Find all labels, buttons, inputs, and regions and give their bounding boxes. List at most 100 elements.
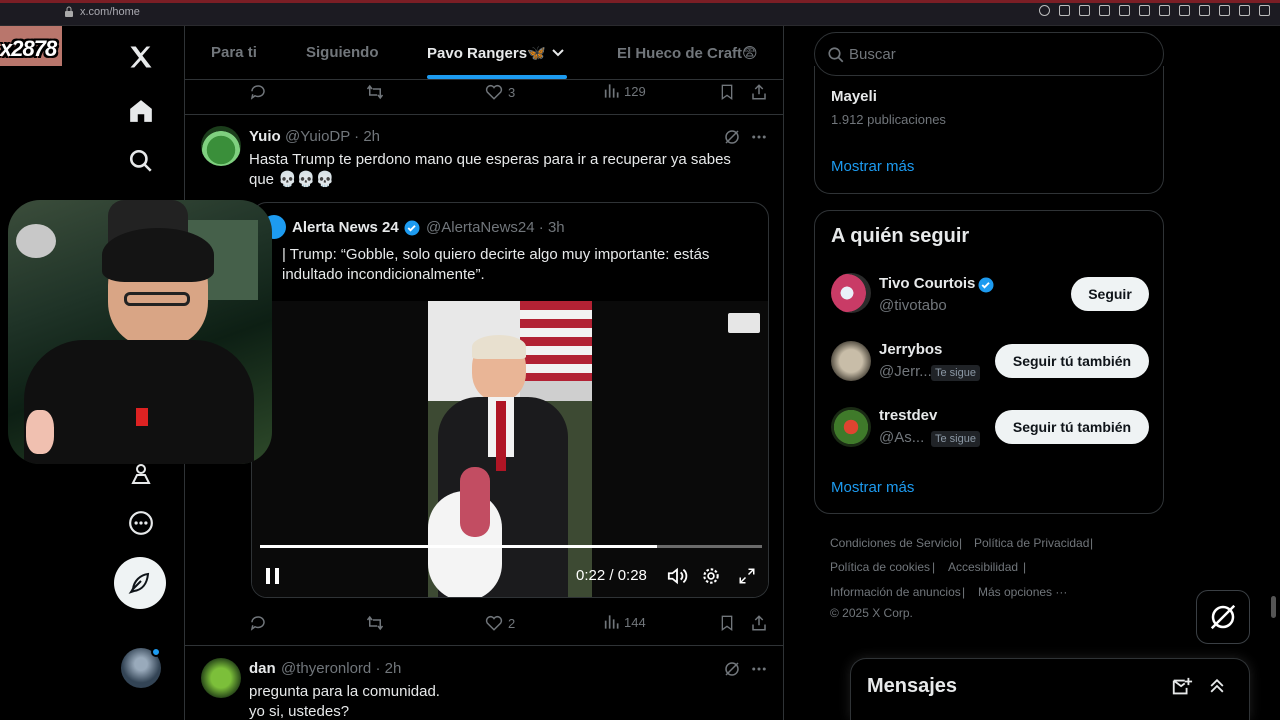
footer-ads-link[interactable]: Información de anuncios bbox=[830, 585, 961, 599]
footer-sep: | bbox=[959, 536, 963, 550]
tab-el-hueco-de-craft[interactable]: El Hueco de Craft😨 bbox=[617, 44, 758, 62]
chevron-down-icon[interactable] bbox=[551, 46, 565, 60]
video-player[interactable]: 0:22 / 0:28 bbox=[252, 301, 768, 597]
share-button[interactable] bbox=[750, 614, 768, 632]
grok-icon[interactable] bbox=[723, 660, 741, 678]
repost-button[interactable] bbox=[365, 83, 385, 101]
grok-button[interactable] bbox=[1196, 590, 1250, 644]
post-author-avatar[interactable] bbox=[201, 658, 241, 698]
like-count: 2 bbox=[508, 615, 516, 631]
x-logo-icon[interactable] bbox=[124, 40, 158, 74]
footer-terms-link[interactable]: Condiciones de Servicio bbox=[830, 536, 959, 550]
footer-sep: | bbox=[1090, 536, 1094, 550]
home-icon[interactable] bbox=[126, 96, 156, 126]
webcam-overlay bbox=[8, 200, 272, 464]
scrollbar-thumb[interactable] bbox=[1271, 596, 1276, 618]
trend-name[interactable]: Mayeli bbox=[831, 88, 877, 105]
post-author-name[interactable]: Yuio bbox=[249, 128, 281, 145]
menu-icon[interactable] bbox=[1259, 5, 1270, 16]
pause-icon[interactable] bbox=[264, 566, 282, 586]
quoted-post[interactable]: Alerta News 24 @AlertaNews24 · 3h | Trum… bbox=[251, 202, 769, 598]
tab-pavo-rangers[interactable]: Pavo Rangers🦋 bbox=[427, 44, 546, 62]
follow-back-button[interactable]: Seguir tú también bbox=[995, 410, 1149, 444]
share-button[interactable] bbox=[750, 83, 768, 101]
bookmark-icon bbox=[721, 615, 733, 631]
download-overlay-button[interactable] bbox=[728, 313, 760, 333]
reply-button[interactable] bbox=[249, 614, 267, 632]
user-name[interactable]: Tivo Courtois bbox=[879, 275, 975, 292]
quote-author-handle: @AlertaNews24 · 3h bbox=[426, 219, 565, 236]
repost-icon bbox=[366, 615, 384, 631]
verified-badge-icon bbox=[978, 277, 994, 293]
fullscreen-icon[interactable] bbox=[738, 567, 756, 585]
view-count: 129 bbox=[624, 83, 646, 99]
user-avatar[interactable] bbox=[831, 341, 871, 381]
extensions-icon[interactable] bbox=[1179, 5, 1190, 16]
user-avatar[interactable] bbox=[831, 407, 871, 447]
more-options-icon[interactable] bbox=[749, 660, 769, 678]
tab-para-ti[interactable]: Para ti bbox=[211, 44, 257, 61]
compose-post-button[interactable] bbox=[114, 557, 166, 609]
share-icon bbox=[752, 615, 766, 631]
bookmark-button[interactable] bbox=[719, 83, 735, 101]
download-icon[interactable] bbox=[1119, 5, 1130, 16]
bookmark-icon[interactable] bbox=[1079, 5, 1090, 16]
user-avatar[interactable] bbox=[831, 273, 871, 313]
prev-post-actions: 3 129 bbox=[185, 80, 783, 104]
post-text: pregunta para la comunidad. bbox=[249, 683, 440, 700]
volume-icon[interactable] bbox=[666, 566, 688, 586]
more-options-icon[interactable] bbox=[749, 128, 769, 146]
feather-icon bbox=[128, 572, 150, 594]
views-button[interactable]: 129 bbox=[603, 83, 646, 99]
like-button[interactable]: 3 bbox=[485, 83, 515, 101]
user-name[interactable]: Jerrybos bbox=[879, 341, 942, 358]
shield-icon[interactable] bbox=[1099, 5, 1110, 16]
trend-count: 1.912 publicaciones bbox=[831, 112, 946, 127]
follow-button[interactable]: Seguir bbox=[1071, 277, 1149, 311]
settings-gear-icon[interactable] bbox=[701, 566, 721, 586]
play-icon[interactable] bbox=[1139, 5, 1150, 16]
user-handle: @Jerr... bbox=[879, 363, 932, 380]
post-author-avatar[interactable] bbox=[201, 126, 241, 166]
heart-icon[interactable] bbox=[1159, 5, 1170, 16]
tab-siguiendo[interactable]: Siguiendo bbox=[306, 44, 379, 61]
puzzle-icon[interactable] bbox=[1199, 5, 1210, 16]
browser-extension-icons bbox=[1039, 5, 1270, 16]
footer-accessibility-link[interactable]: Accesibilidad bbox=[948, 560, 1018, 574]
bookmark-button[interactable] bbox=[719, 614, 735, 632]
footer-more-link[interactable]: Más opciones ··· bbox=[978, 585, 1067, 599]
post-author-name[interactable]: dan bbox=[249, 660, 276, 677]
footer-privacy-link[interactable]: Política de Privacidad bbox=[974, 536, 1089, 550]
show-more-link[interactable]: Mostrar más bbox=[831, 479, 914, 496]
zoom-icon[interactable] bbox=[1039, 5, 1050, 16]
grok-icon[interactable] bbox=[723, 128, 741, 146]
more-icon[interactable] bbox=[126, 508, 156, 538]
search-icon[interactable] bbox=[126, 146, 156, 176]
post-author-handle[interactable]: @YuioDP · 2h bbox=[285, 128, 380, 145]
user-icon[interactable] bbox=[1239, 5, 1250, 16]
views-icon bbox=[604, 615, 619, 629]
chevrons-up-icon[interactable] bbox=[1207, 676, 1227, 696]
pin-icon[interactable] bbox=[1059, 5, 1070, 16]
post-text: yo si, ustedes? bbox=[249, 703, 350, 720]
repost-button[interactable] bbox=[365, 614, 385, 632]
reply-icon bbox=[250, 616, 265, 631]
address-bar[interactable]: x.com/home bbox=[80, 6, 140, 18]
notification-dot bbox=[151, 647, 161, 657]
user-name[interactable]: trestdev bbox=[879, 407, 937, 424]
footer-cookies-link[interactable]: Política de cookies bbox=[830, 560, 930, 574]
post-author-handle[interactable]: @thyeronlord · 2h bbox=[281, 660, 401, 677]
video-frame bbox=[428, 301, 592, 597]
downloads-icon[interactable] bbox=[1219, 5, 1230, 16]
follow-back-button[interactable]: Seguir tú también bbox=[995, 344, 1149, 378]
views-button[interactable]: 144 bbox=[603, 614, 646, 630]
new-message-icon[interactable] bbox=[1171, 676, 1193, 698]
reply-button[interactable] bbox=[249, 83, 267, 101]
grok-icon bbox=[1210, 604, 1236, 630]
who-to-follow-title: A quién seguir bbox=[831, 225, 970, 247]
post-divider bbox=[185, 645, 783, 646]
quote-text: | Trump: “Gobble, solo quiero decirte al… bbox=[282, 246, 710, 283]
like-button[interactable]: 2 bbox=[485, 614, 515, 632]
messages-drawer[interactable]: Mensajes bbox=[850, 658, 1250, 720]
show-more-link[interactable]: Mostrar más bbox=[831, 158, 914, 175]
